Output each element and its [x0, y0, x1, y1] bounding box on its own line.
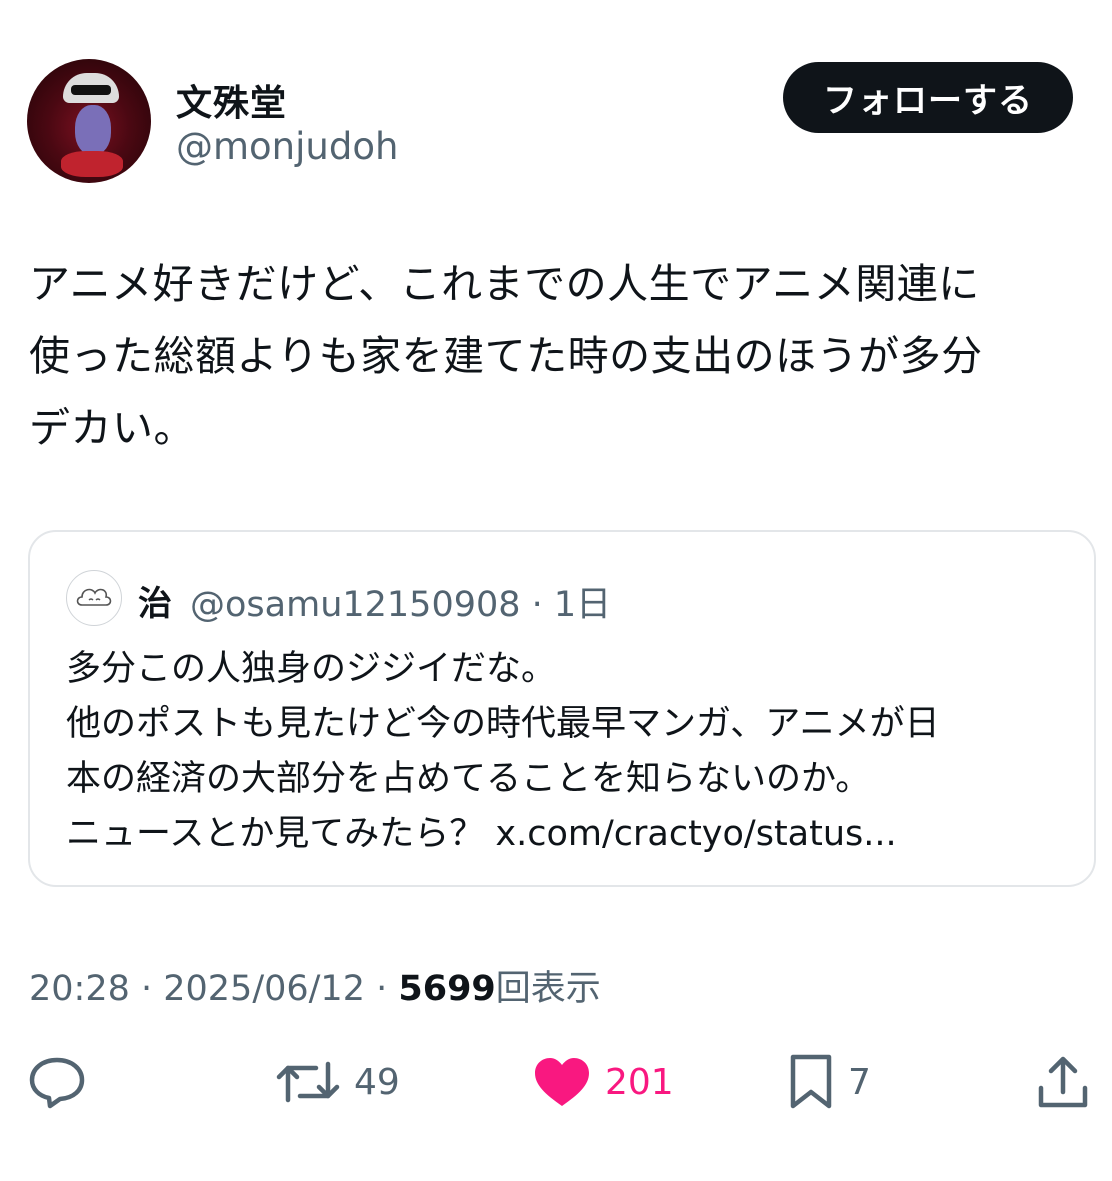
avatar-figure-shape	[75, 105, 111, 155]
follow-button[interactable]: フォローする	[783, 62, 1073, 133]
quoted-post-card[interactable]: 治 @osamu12150908 · 1日 多分この人独身のジジイだな。 他のポ…	[28, 530, 1096, 887]
bookmark-icon	[790, 1054, 832, 1109]
quoted-author-avatar	[66, 570, 122, 626]
reply-icon	[29, 1057, 85, 1109]
quoted-post-text: 多分この人独身のジジイだな。 他のポストも見たけど今の時代最早マンガ、アニメが日…	[66, 649, 940, 854]
cloud-face-icon	[76, 588, 112, 606]
tweet-text: アニメ好きだけど、これまでの人生でアニメ関連に 使った総額よりも家を建てた時の支…	[29, 260, 983, 452]
repost-count: 49	[354, 1061, 400, 1103]
repost-icon	[276, 1061, 340, 1103]
quoted-author-name: 治	[138, 584, 172, 624]
bookmark-count: 7	[848, 1061, 871, 1103]
reply-button[interactable]	[28, 1050, 86, 1114]
post-meta: 20:28 · 2025/06/12 · 5699回表示	[29, 960, 601, 1011]
bookmark-button[interactable]: 7	[788, 1050, 871, 1114]
views-count: 5699	[398, 969, 496, 1009]
author-avatar[interactable]	[27, 59, 151, 183]
author-name[interactable]: 文殊堂	[176, 74, 287, 126]
like-count: 201	[605, 1061, 674, 1103]
views-label: 回表示	[495, 969, 601, 1009]
heart-icon	[535, 1058, 589, 1106]
post-timestamp[interactable]: 20:28 · 2025/06/12 ·	[29, 969, 398, 1009]
quoted-author-handle-time: @osamu12150908 · 1日	[190, 585, 612, 625]
author-handle[interactable]: @monjudoh	[176, 125, 398, 168]
avatar-wings-shape	[61, 151, 123, 177]
repost-button[interactable]: 49	[276, 1050, 400, 1114]
share-button[interactable]	[1036, 1050, 1090, 1114]
like-button[interactable]: 201	[533, 1050, 674, 1114]
share-icon	[1038, 1056, 1088, 1108]
avatar-glasses-shape	[63, 73, 119, 103]
